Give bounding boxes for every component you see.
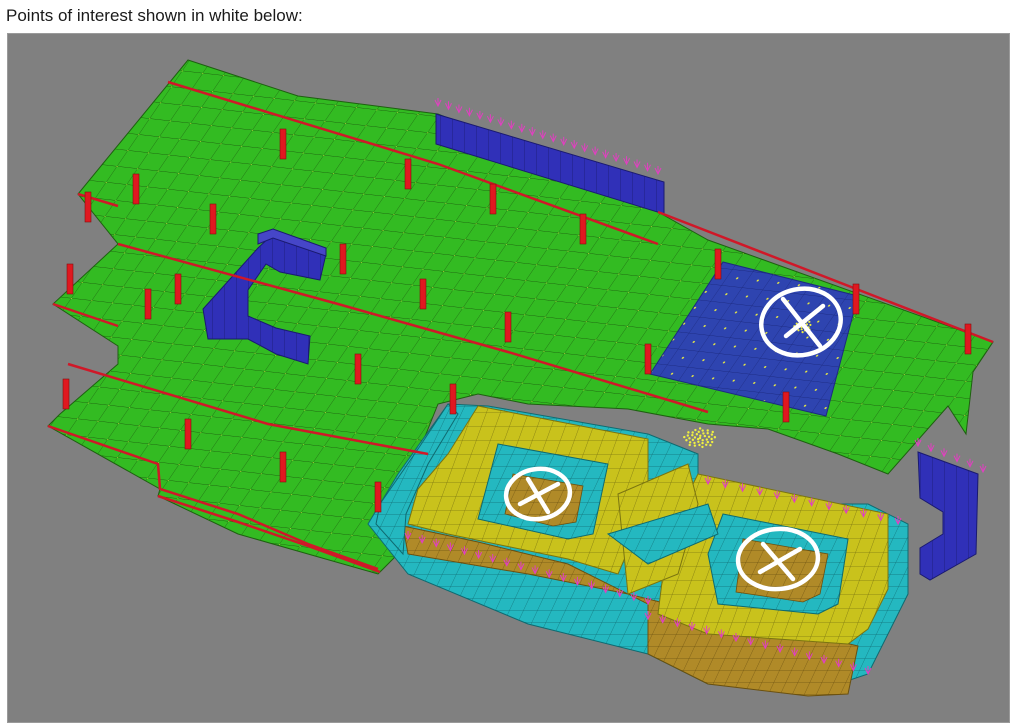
column [579,213,587,245]
support-marker [497,117,505,127]
support-marker [476,110,484,121]
node [808,320,811,323]
node [691,434,694,437]
support-marker [560,136,568,146]
column [209,203,217,235]
node [701,445,704,449]
column [279,451,287,483]
node [693,441,696,445]
node [693,444,697,447]
support-marker [633,159,641,169]
model-viewport[interactable] [7,33,1010,723]
column [964,323,972,355]
node [706,432,709,435]
column [184,418,192,450]
node [696,437,700,441]
column [852,283,860,315]
column [782,391,790,423]
node [713,436,717,439]
support-marker [549,133,557,143]
column [66,263,74,295]
node [697,440,700,443]
column [374,481,382,513]
support-marker [445,101,452,111]
node [800,328,803,331]
column [174,273,182,305]
node [809,323,812,327]
node [688,443,691,447]
support-marker [940,448,948,458]
column [84,191,92,223]
node [686,434,690,437]
support-marker [966,458,974,468]
support-marker [507,120,515,130]
support-marker [979,464,987,474]
support-marker [623,156,631,166]
support-marker [654,166,662,176]
column [714,248,722,280]
node [693,436,697,439]
node [683,435,686,439]
node [705,438,709,441]
support-marker [602,149,610,159]
support-marker [591,146,599,156]
support-marker [612,153,620,163]
node [710,433,714,436]
node [701,438,704,442]
node [699,434,702,437]
support-marker [518,123,526,134]
node [801,330,804,334]
support-marker [539,130,547,140]
right-wall [917,451,979,581]
node [695,433,699,436]
node [698,427,702,430]
node [698,443,701,447]
node [694,428,697,432]
node [705,443,708,447]
support-marker [927,443,935,453]
node [709,444,712,447]
column [279,128,287,160]
support-marker [581,143,589,153]
column [449,383,457,415]
node [703,434,707,438]
support-marker [486,114,494,124]
column [644,343,652,375]
support-marker [570,140,578,150]
node [710,437,713,441]
support-marker [953,453,961,463]
node [710,440,714,444]
node [688,441,692,444]
node [697,430,700,434]
column [144,288,152,320]
node [707,435,711,438]
node [701,429,704,432]
node [702,432,705,435]
column [419,278,427,310]
support-marker [455,104,463,114]
node [691,438,695,442]
support-marker [465,107,473,117]
column [354,353,362,385]
column [404,158,412,190]
column [339,243,347,275]
fe-model-render [47,59,994,697]
node [687,431,690,434]
node [706,440,710,444]
column [489,183,497,215]
node [701,441,704,445]
node [711,430,714,434]
support-marker [528,127,536,137]
support-marker [644,162,651,172]
column [504,311,512,343]
node [691,431,694,434]
column [62,378,70,410]
support-marker [434,98,442,108]
node [688,437,691,440]
node [685,439,688,442]
node [706,429,709,432]
node [797,329,800,332]
column [132,173,140,205]
caption-text: Points of interest shown in white below: [6,6,303,25]
